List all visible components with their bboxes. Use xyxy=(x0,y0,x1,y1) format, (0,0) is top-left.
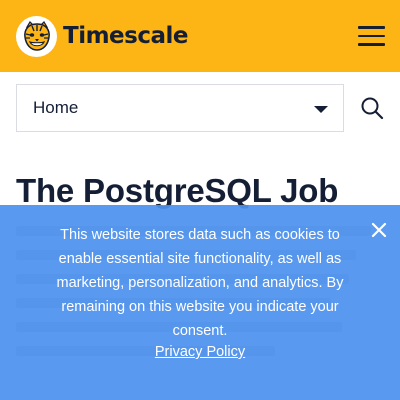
close-icon[interactable] xyxy=(371,222,387,238)
tiger-logo-icon xyxy=(16,15,57,57)
cookie-consent-message: This website stores data such as cookies… xyxy=(56,227,344,339)
search-icon[interactable] xyxy=(360,96,384,120)
nav-row: Home xyxy=(16,84,388,132)
brand-logo[interactable]: Timescale xyxy=(16,15,188,57)
section-dropdown[interactable]: Home xyxy=(16,84,344,132)
section-dropdown-value: Home xyxy=(33,98,79,117)
privacy-policy-link[interactable]: Privacy Policy xyxy=(155,344,245,360)
site-header: Timescale xyxy=(0,0,400,72)
brand-name: Timescale xyxy=(63,23,188,49)
hamburger-menu-icon[interactable] xyxy=(358,26,385,46)
caret-down-icon xyxy=(314,106,328,113)
cookie-consent-banner: This website stores data such as cookies… xyxy=(0,205,400,400)
